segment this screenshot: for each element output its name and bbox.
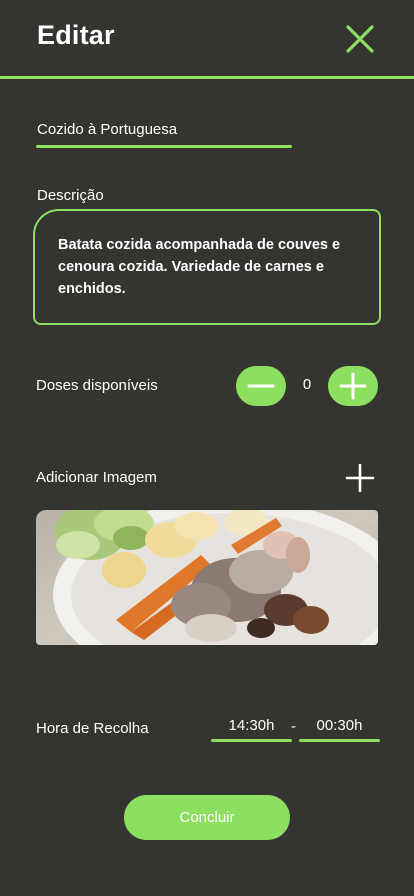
time-separator: -	[291, 718, 296, 735]
increase-doses-button[interactable]	[328, 366, 378, 406]
doses-value: 0	[302, 376, 312, 393]
pickup-time-label: Hora de Recolha	[36, 720, 149, 737]
dish-name-underline	[36, 145, 292, 148]
pickup-end-underline	[299, 739, 380, 742]
description-text: Batata cozida acompanhada de couves e ce…	[58, 237, 341, 297]
pickup-start-value: 14:30h	[228, 717, 275, 734]
close-button[interactable]	[344, 23, 376, 55]
close-icon	[346, 25, 374, 53]
decrease-doses-button[interactable]	[236, 366, 286, 406]
add-image-label: Adicionar Imagem	[36, 469, 157, 486]
pickup-end-field[interactable]: 00:30h	[299, 716, 380, 742]
header: Editar	[0, 0, 414, 80]
plus-icon	[345, 463, 375, 493]
doses-label: Doses disponíveis	[36, 377, 158, 394]
minus-icon	[247, 384, 275, 388]
dish-name-field[interactable]: Cozido à Portuguesa	[36, 118, 292, 148]
doses-stepper: 0	[236, 366, 378, 406]
page-title: Editar	[37, 20, 115, 50]
add-image-button[interactable]	[344, 462, 376, 494]
pickup-start-underline	[211, 739, 292, 742]
conclude-button-label: Concluir	[179, 809, 235, 826]
header-divider	[0, 76, 414, 79]
dish-name-value: Cozido à Portuguesa	[37, 121, 178, 138]
pickup-start-field[interactable]: 14:30h	[211, 716, 292, 742]
plus-icon	[339, 372, 367, 400]
dish-image	[36, 510, 378, 645]
description-label: Descrição	[37, 187, 104, 204]
description-field[interactable]: Batata cozida acompanhada de couves e ce…	[33, 209, 381, 325]
pickup-end-value: 00:30h	[316, 717, 363, 734]
conclude-button[interactable]: Concluir	[124, 795, 290, 840]
